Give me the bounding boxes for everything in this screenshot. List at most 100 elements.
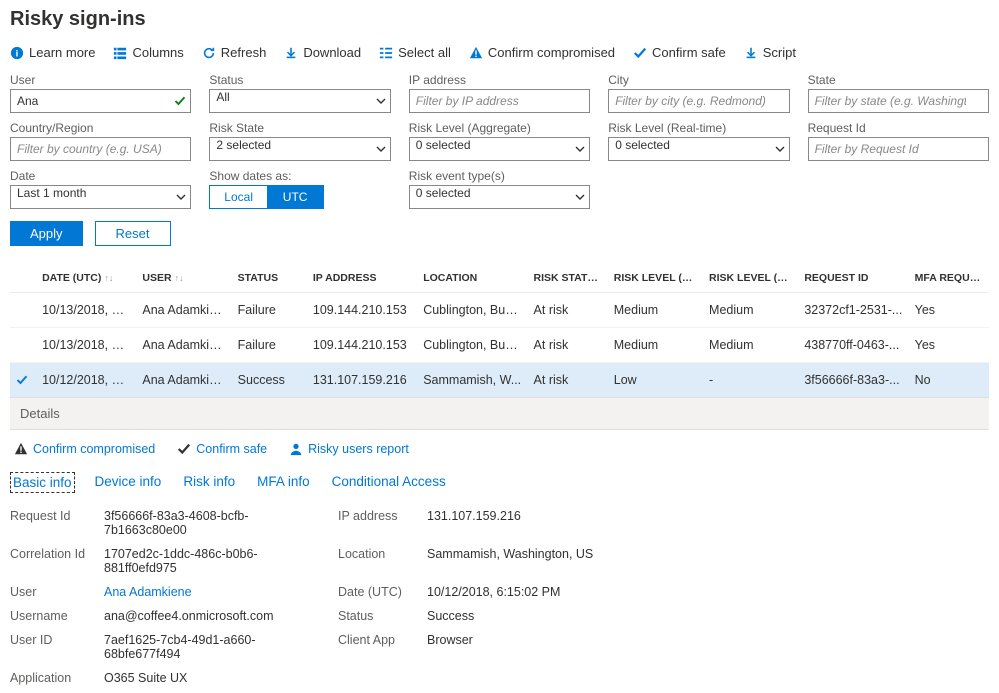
risk-rt-select[interactable]: 0 selected [608, 137, 789, 161]
country-input[interactable] [10, 137, 191, 161]
col-user[interactable]: USER↑↓ [136, 264, 231, 293]
cell-risk-rt: - [703, 363, 798, 398]
col-request-id[interactable]: REQUEST ID [798, 264, 908, 293]
check-icon [177, 442, 191, 456]
command-bar: i Learn more Columns Refresh Download Se… [10, 39, 989, 71]
cell-user: Ana Adamkiene [136, 328, 231, 363]
confirm-safe-button[interactable]: Confirm safe [633, 45, 726, 60]
info-value: Sammamish, Washington, US [427, 547, 647, 575]
info-label: Client App [338, 633, 413, 661]
script-button[interactable]: Script [744, 45, 796, 60]
info-value: Browser [427, 633, 647, 661]
col-ip[interactable]: IP ADDRESS [307, 264, 417, 293]
row-check[interactable] [10, 328, 36, 363]
toggle-utc[interactable]: UTC [267, 186, 324, 208]
cell-risk-state: At risk [528, 293, 608, 328]
tab-conditional-access[interactable]: Conditional Access [330, 472, 448, 493]
person-icon [289, 442, 303, 456]
tab-device-info[interactable]: Device info [93, 472, 164, 493]
risk-event-select[interactable]: 0 selected [409, 185, 590, 209]
detail-confirm-compromised[interactable]: Confirm compromised [14, 442, 155, 456]
cell-risk-state: At risk [528, 328, 608, 363]
col-risk-state[interactable]: RISK STATE↑↓ [528, 264, 608, 293]
detail-confirm-safe[interactable]: Confirm safe [177, 442, 267, 456]
cell-request-id: 438770ff-0463-... [798, 328, 908, 363]
reset-button[interactable]: Reset [95, 221, 171, 246]
info-value: Success [427, 609, 647, 623]
cell-status: Success [232, 363, 307, 398]
warning-icon [14, 442, 28, 456]
refresh-button[interactable]: Refresh [202, 45, 267, 60]
valid-check-icon [174, 95, 186, 107]
city-input[interactable] [608, 89, 789, 113]
risk-agg-select[interactable]: 0 selected [409, 137, 590, 161]
cell-status: Failure [232, 293, 307, 328]
risk-state-label: Risk State [209, 121, 390, 135]
learn-more-button[interactable]: i Learn more [10, 45, 95, 60]
cell-location: Cublington, Buc... [417, 328, 527, 363]
info-value: 1707ed2c-1ddc-486c-b0b6-881ff0efd975 [104, 547, 324, 575]
list-check-icon [379, 46, 393, 60]
risk-event-label: Risk event type(s) [409, 169, 590, 183]
toggle-local[interactable]: Local [210, 186, 267, 208]
status-select[interactable]: All [209, 89, 390, 113]
ip-input[interactable] [409, 89, 590, 113]
show-dates-toggle[interactable]: Local UTC [209, 185, 324, 209]
info-label: User [10, 585, 90, 599]
user-link[interactable]: Ana Adamkiene [104, 585, 324, 599]
cell-date: 10/13/2018, 1:30... [36, 293, 136, 328]
col-mfa[interactable]: MFA REQUIRE... [909, 264, 989, 293]
date-select[interactable]: Last 1 month [10, 185, 191, 209]
download-icon [744, 46, 758, 60]
download-button[interactable]: Download [284, 45, 361, 60]
warning-icon [469, 46, 483, 60]
cell-risk-agg: Medium [608, 328, 703, 363]
info-label: Status [338, 609, 413, 623]
cell-mfa: Yes [909, 293, 989, 328]
table-row[interactable]: 10/12/2018, 6:15...Ana AdamkieneSuccess1… [10, 363, 989, 398]
info-label: Date (UTC) [338, 585, 413, 599]
row-check[interactable] [10, 293, 36, 328]
info-value: 131.107.159.216 [427, 509, 647, 537]
risk-state-select[interactable]: 2 selected [209, 137, 390, 161]
cell-risk-rt: Medium [703, 293, 798, 328]
refresh-icon [202, 46, 216, 60]
table-row[interactable]: 10/13/2018, 1:30...Ana AdamkieneFailure1… [10, 293, 989, 328]
cell-user: Ana Adamkiene [136, 293, 231, 328]
tab-basic-info[interactable]: Basic info [10, 472, 75, 493]
request-id-input[interactable] [808, 137, 989, 161]
cell-location: Cublington, Buc... [417, 293, 527, 328]
user-label: User [10, 73, 191, 87]
risky-users-report[interactable]: Risky users report [289, 442, 409, 456]
info-icon: i [10, 46, 24, 60]
cell-request-id: 3f56666f-83a3-... [798, 363, 908, 398]
filter-grid: User Status All IP address City State Co… [10, 73, 989, 209]
tab-risk-info[interactable]: Risk info [181, 472, 237, 493]
city-label: City [608, 73, 789, 87]
risk-agg-label: Risk Level (Aggregate) [409, 121, 590, 135]
risk-rt-label: Risk Level (Real-time) [608, 121, 789, 135]
user-input[interactable] [10, 89, 191, 113]
table-row[interactable]: 10/13/2018, 1:26...Ana AdamkieneFailure1… [10, 328, 989, 363]
col-risk-rt[interactable]: RISK LEVEL (R...↑↓ [703, 264, 798, 293]
country-label: Country/Region [10, 121, 191, 135]
tab-mfa-info[interactable]: MFA info [255, 472, 312, 493]
col-location[interactable]: LOCATION [417, 264, 527, 293]
state-input[interactable] [808, 89, 989, 113]
details-header: Details [10, 397, 989, 430]
cell-mfa: No [909, 363, 989, 398]
select-all-button[interactable]: Select all [379, 45, 451, 60]
confirm-compromised-button[interactable]: Confirm compromised [469, 45, 615, 60]
col-status[interactable]: STATUS [232, 264, 307, 293]
cell-risk-agg: Low [608, 363, 703, 398]
cell-ip: 109.144.210.153 [307, 328, 417, 363]
col-date[interactable]: DATE (UTC)↑↓ [36, 264, 136, 293]
col-risk-agg[interactable]: RISK LEVEL (A...↑↓ [608, 264, 703, 293]
info-label: IP address [338, 509, 413, 537]
columns-button[interactable]: Columns [113, 45, 183, 60]
page-title: Risky sign-ins [10, 8, 989, 31]
cell-ip: 109.144.210.153 [307, 293, 417, 328]
basic-info-grid: Request Id 3f56666f-83a3-4608-bcfb-7b166… [10, 509, 989, 685]
apply-button[interactable]: Apply [10, 221, 83, 246]
row-check[interactable] [10, 363, 36, 398]
